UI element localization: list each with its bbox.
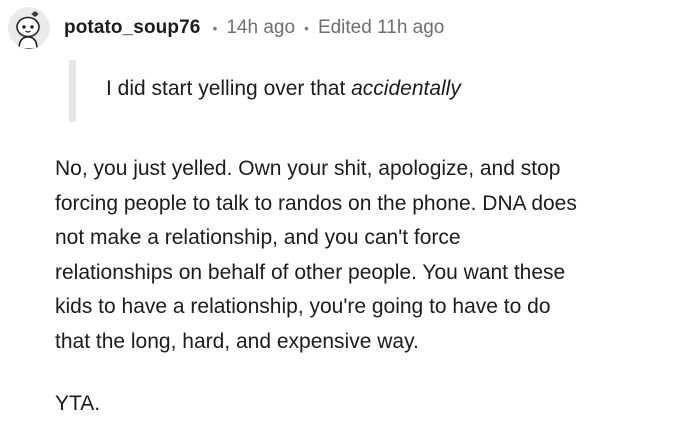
username-link[interactable]: potato_soup76 — [64, 17, 200, 39]
body-line: relationships on behalf of other people.… — [55, 260, 566, 284]
quote-text: I did start yelling over that accidental… — [106, 77, 461, 101]
body-line: No, you just yelled. Own your shit, apol… — [55, 157, 561, 180]
user-avatar[interactable] — [8, 7, 50, 49]
edited-timestamp: Edited 11h ago — [317, 17, 445, 38]
body-line: kids to have a relationship, you're goin… — [55, 295, 551, 318]
body-line: forcing people to talk to randos on the … — [55, 191, 577, 215]
snoo-avatar-icon — [8, 7, 50, 49]
quote-text-plain: I did start yelling over that — [106, 77, 352, 100]
blockquote: I did start yelling over that accidental… — [69, 60, 649, 122]
timestamp: 14h ago — [226, 17, 296, 38]
comment-body: No, you just yelled. Own your shit, apol… — [55, 152, 695, 359]
comment: potato_soup76 • 14h ago • Edited 11h ago… — [0, 0, 700, 427]
quote-text-italic: accidentally — [351, 77, 461, 100]
quote-bar — [69, 60, 76, 122]
body-line: not make a relationship, and you can't f… — [55, 226, 461, 249]
separator-dot: • — [304, 20, 309, 36]
separator-dot: • — [212, 20, 218, 36]
body-line: that the long, hard, and expensive way. — [55, 329, 419, 353]
comment-header: potato_soup76 • 14h ago • Edited 11h ago — [8, 6, 444, 50]
verdict-text: YTA. — [55, 392, 101, 415]
